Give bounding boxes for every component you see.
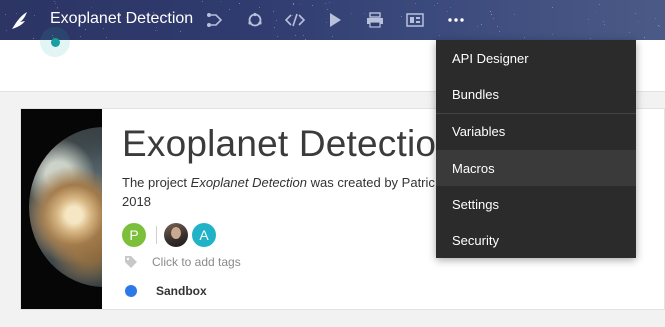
project-title-link[interactable]: Exoplanet Detection — [50, 10, 193, 28]
menu-item-api-designer[interactable]: API Designer — [436, 40, 636, 76]
star — [311, 5, 313, 6]
star — [439, 34, 441, 36]
flow-icon[interactable] — [205, 10, 225, 30]
star — [523, 36, 525, 38]
star — [481, 23, 483, 25]
star — [295, 35, 297, 37]
avatar-p[interactable]: P — [122, 223, 146, 247]
add-tags-label[interactable]: Click to add tags — [152, 255, 241, 269]
star — [56, 6, 58, 8]
star — [34, 14, 36, 16]
desc-line2: 2018 — [122, 194, 151, 209]
star — [587, 18, 589, 20]
star — [105, 36, 107, 38]
project-image — [21, 109, 102, 309]
star — [476, 25, 478, 27]
star — [552, 33, 554, 35]
contributors: P A — [122, 223, 216, 247]
status-dot — [50, 37, 60, 47]
desc-project-name: Exoplanet Detection — [190, 175, 308, 190]
desc-suffix: was created by Patric — [307, 175, 435, 190]
star — [635, 12, 637, 14]
top-navbar: Exoplanet Detection — [0, 0, 665, 40]
star — [219, 1, 221, 3]
star — [331, 36, 333, 38]
sandbox-dot — [125, 285, 137, 297]
avatar-separator — [156, 226, 157, 244]
print-icon[interactable] — [365, 10, 385, 30]
desc-prefix: The project — [122, 175, 191, 190]
star — [414, 3, 416, 5]
star — [603, 23, 605, 25]
star — [102, 28, 104, 30]
star — [491, 13, 493, 15]
play-icon[interactable] — [325, 10, 345, 30]
star — [179, 30, 181, 32]
star — [33, 37, 35, 39]
code-icon[interactable] — [285, 10, 305, 30]
star — [450, 6, 452, 8]
more-menu-dropdown: API Designer Bundles Variables Macros Se… — [436, 40, 636, 258]
star — [400, 16, 402, 18]
sandbox-label: Sandbox — [156, 284, 207, 298]
status-indicator — [40, 27, 70, 57]
project-heading: Exoplanet Detection — [122, 123, 457, 164]
star — [79, 35, 81, 37]
star — [598, 4, 600, 6]
star — [589, 37, 591, 39]
star — [434, 5, 436, 7]
avatar-a[interactable]: A — [192, 223, 216, 247]
menu-item-settings[interactable]: Settings — [436, 186, 636, 222]
tags-row[interactable]: Click to add tags — [124, 255, 241, 269]
star — [596, 10, 597, 12]
star — [84, 29, 86, 31]
star — [299, 3, 301, 5]
star — [638, 20, 640, 22]
star — [328, 2, 330, 4]
sandbox-row: Sandbox — [125, 284, 207, 298]
star — [274, 27, 276, 29]
star — [239, 3, 240, 5]
tag-icon — [125, 256, 137, 268]
star — [497, 25, 498, 27]
more-icon[interactable] — [446, 10, 466, 30]
star — [276, 19, 278, 21]
star — [54, 0, 56, 2]
star — [258, 7, 260, 9]
star — [350, 12, 352, 14]
dashboard-icon[interactable] — [405, 10, 425, 30]
star — [229, 9, 231, 11]
star — [202, 1, 204, 3]
star — [157, 29, 159, 31]
star — [437, 3, 439, 5]
star — [277, 35, 279, 37]
star — [493, 18, 495, 20]
menu-item-macros[interactable]: Macros — [436, 149, 636, 187]
star — [154, 29, 156, 31]
planet-illustration — [29, 127, 102, 287]
star — [90, 6, 92, 8]
star — [629, 32, 631, 34]
star — [273, 11, 275, 13]
star — [513, 14, 515, 16]
star — [490, 10, 492, 12]
menu-item-security[interactable]: Security — [436, 222, 636, 258]
star — [55, 2, 57, 4]
bird-logo-icon[interactable] — [10, 9, 32, 31]
star — [292, 3, 294, 5]
menu-item-variables[interactable]: Variables — [436, 114, 636, 150]
star — [4, 14, 6, 16]
star — [303, 34, 305, 36]
star — [552, 7, 554, 9]
star — [324, 2, 326, 4]
star — [658, 26, 660, 28]
star — [499, 31, 501, 33]
star — [602, 21, 604, 23]
avatar-photo[interactable] — [164, 223, 188, 247]
recycle-icon[interactable] — [245, 10, 265, 30]
menu-item-bundles[interactable]: Bundles — [436, 76, 636, 112]
star — [643, 37, 645, 39]
star — [655, 17, 657, 19]
star — [5, 30, 7, 32]
